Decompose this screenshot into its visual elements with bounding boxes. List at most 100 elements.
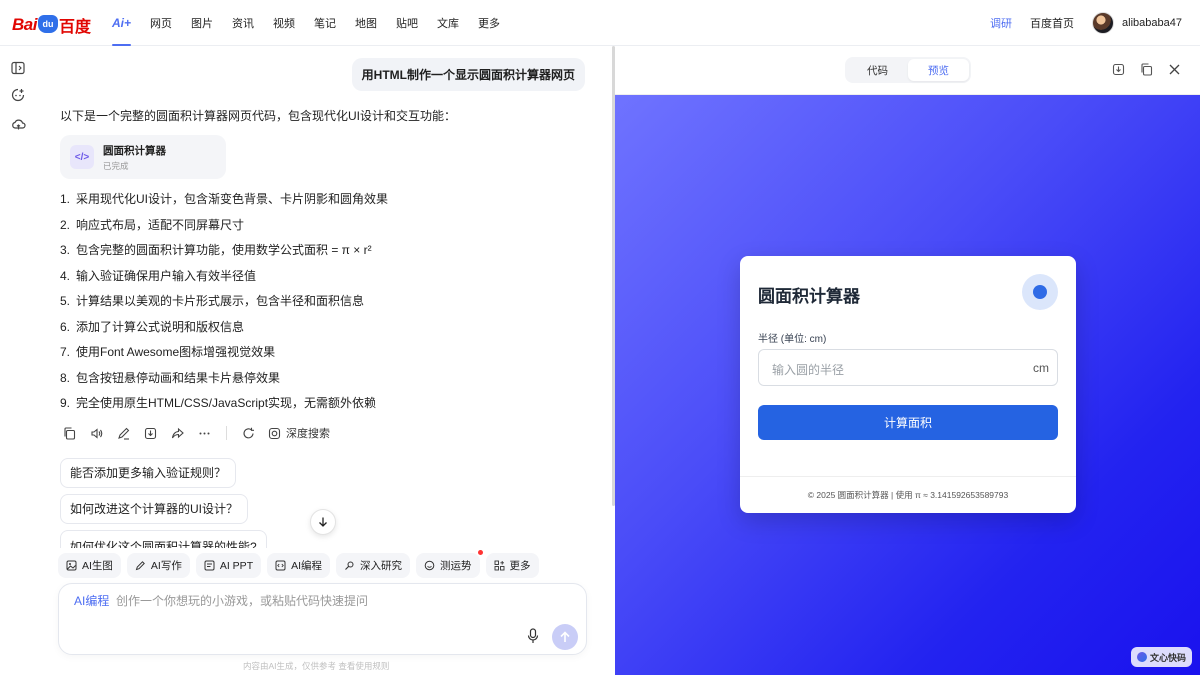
calculator-card: 圆面积计算器 半径 (单位: cm) 输入圆的半径 cm 计算面积 © 2025… — [740, 256, 1076, 513]
input-placeholder: 创作一个你想玩的小游戏，或粘贴代码快速提问 — [116, 594, 369, 608]
nav-tieba[interactable]: 贴吧 — [396, 0, 418, 46]
code-preview-toggle: 代码 预览 — [845, 57, 971, 83]
share-icon[interactable] — [170, 426, 184, 440]
scroll-down-button[interactable] — [310, 509, 336, 535]
input-mode-tag[interactable]: AI编程 — [74, 592, 109, 609]
calculator-footer: © 2025 圆面积计算器 | 使用 π ≈ 3.141592653589793 — [740, 476, 1076, 513]
actions-divider — [226, 426, 227, 440]
arrow-up-icon — [560, 631, 570, 642]
tool-ai-ppt[interactable]: AI PPT — [195, 553, 262, 578]
code-icon — [275, 560, 286, 571]
tool-more[interactable]: 更多 — [485, 553, 539, 578]
regenerate-icon[interactable] — [241, 426, 255, 440]
nav-news[interactable]: 资讯 — [232, 0, 254, 46]
ai-tools-bar: AI生图 AI写作 AI PPT AI编程 深入研究 测运势 更多 — [58, 550, 539, 578]
nav-web[interactable]: 网页 — [150, 0, 172, 46]
username: alibababa47 — [1122, 17, 1182, 29]
nav-wenku[interactable]: 文库 — [437, 0, 459, 46]
list-item: 6. 添加了计算公式说明和版权信息 — [60, 319, 245, 334]
radius-unit: cm — [1033, 361, 1049, 375]
calculate-area-button[interactable]: 计算面积 — [758, 405, 1058, 440]
close-icon[interactable] — [1168, 63, 1182, 77]
arrow-down-icon — [319, 517, 327, 527]
code-card-status: 已完成 — [103, 160, 129, 171]
avatar — [1092, 12, 1115, 34]
suggestion-chip[interactable]: 能否添加更多输入验证规则？ — [60, 458, 237, 488]
sidebar-toggle-icon[interactable] — [11, 61, 27, 77]
brand-badge-label: 文心快码 — [1149, 652, 1186, 663]
list-item: 4. 输入验证确保用户输入有效半径值 — [60, 268, 257, 283]
logo-text-cn: 百度 — [58, 19, 91, 36]
radius-label: 半径 (单位: cm) — [758, 334, 827, 345]
copy-icon[interactable] — [1140, 63, 1154, 77]
user-message: 用HTML制作一个显示圆面积计算器网页 — [351, 58, 585, 91]
preview-canvas: 圆面积计算器 半径 (单位: cm) 输入圆的半径 cm 计算面积 © 2025… — [615, 95, 1200, 675]
grid-icon — [494, 560, 504, 571]
edit-icon[interactable] — [116, 426, 130, 440]
suggestion-chip[interactable]: 如何改进这个计算器的UI设计？ — [60, 494, 249, 524]
baidu-logo[interactable]: Bai du 百度 — [12, 14, 91, 36]
list-item: 7. 使用Font Awesome图标增强视觉效果 — [60, 345, 276, 359]
message-actions: 深度搜索 — [62, 425, 330, 441]
list-item: 1. 采用现代化UI设计，包含渐变色背景、卡片阴影和圆角效果 — [60, 192, 389, 206]
top-right: 调研 百度首页 alibababa47 — [990, 0, 1182, 46]
code-card-title: 圆面积计算器 — [103, 144, 166, 157]
survey-link[interactable]: 调研 — [990, 15, 1012, 31]
list-item: 2. 响应式布局，适配不同屏幕尺寸 — [60, 217, 245, 232]
copy-icon[interactable] — [62, 426, 76, 440]
send-button[interactable] — [552, 624, 578, 650]
tab-code[interactable]: 代码 — [847, 59, 908, 81]
new-chat-icon[interactable] — [11, 88, 27, 104]
tool-fortune[interactable]: 测运势 — [416, 550, 483, 578]
list-item: 9. 完全使用原生HTML/CSS/JavaScript实现，无需额外依赖 — [60, 396, 377, 410]
image-icon — [66, 560, 77, 571]
more-icon[interactable] — [197, 426, 211, 440]
wenxin-kuaima-badge[interactable]: 文心快码 — [1130, 647, 1192, 667]
baidu-home-link[interactable]: 百度首页 — [1030, 15, 1074, 31]
feature-list: 1. 采用现代化UI设计，包含渐变色背景、卡片阴影和圆角效果 2. 响应式布局，适配… — [60, 191, 600, 421]
tool-ai-image[interactable]: AI生图 — [58, 553, 121, 578]
assistant-intro: 以下是一个完整的圆面积计算器网页代码，包含现代化UI设计和交互功能： — [60, 109, 457, 123]
nav-images[interactable]: 图片 — [191, 0, 213, 46]
logo-text-bai: Bai — [12, 15, 37, 34]
chat-area: 用HTML制作一个显示圆面积计算器网页 以下是一个完整的圆面积计算器网页代码，包… — [40, 46, 615, 675]
notification-dot — [477, 550, 483, 555]
deep-search-icon — [268, 427, 281, 439]
calculator-title: 圆面积计算器 — [758, 287, 860, 306]
tab-preview[interactable]: 预览 — [908, 59, 969, 81]
radius-input[interactable]: 输入圆的半径 cm — [758, 349, 1058, 386]
code-icon: </> — [70, 145, 94, 169]
chat-input[interactable]: AI编程 创作一个你想玩的小游戏，或粘贴代码快速提问 — [58, 583, 587, 655]
download-icon[interactable] — [143, 426, 157, 440]
deep-search-label: 深度搜索 — [286, 428, 330, 440]
microphone-icon[interactable] — [526, 628, 540, 644]
tool-deep-research[interactable]: 深入研究 — [336, 553, 411, 578]
radius-placeholder: 输入圆的半径 — [772, 363, 845, 377]
list-item: 3. 包含完整的圆面积计算功能，使用数学公式面积 = π × r² — [60, 243, 372, 257]
nav-ai[interactable]: Ai+ — [112, 0, 132, 46]
download-icon[interactable] — [1112, 63, 1126, 77]
nav-video[interactable]: 视频 — [273, 0, 295, 46]
ai-disclaimer: 内容由AI生成，仅供参考 查看使用规则 — [243, 661, 390, 671]
research-icon — [345, 561, 354, 570]
tool-ai-writing[interactable]: AI写作 — [126, 553, 190, 578]
top-nav: Ai+ 网页 图片 资讯 视频 笔记 地图 贴吧 文库 更多 — [112, 0, 519, 46]
top-bar: Bai du 百度 Ai+ 网页 图片 资讯 视频 笔记 地图 贴吧 文库 更多… — [0, 0, 1200, 46]
nav-notes[interactable]: 笔记 — [314, 0, 336, 46]
cloud-icon[interactable] — [11, 117, 27, 133]
deep-search-button[interactable]: 深度搜索 — [268, 425, 330, 441]
list-item: 8. 包含按钮悬停动画和结果卡片悬停效果 — [60, 370, 281, 385]
pen-icon — [135, 561, 145, 571]
tool-ai-coding[interactable]: AI编程 — [267, 553, 331, 578]
suggestion-chip[interactable]: 如何优化这个圆面积计算器的性能? — [60, 530, 267, 548]
speaker-icon[interactable] — [89, 426, 103, 440]
logo-paw-icon: du — [37, 15, 58, 33]
user-menu[interactable]: alibababa47 — [1092, 12, 1182, 34]
code-artifact-card[interactable]: </> 圆面积计算器 已完成 — [60, 135, 226, 179]
nav-map[interactable]: 地图 — [355, 0, 377, 46]
preview-panel: 代码 预览 圆面积计算器 半径 (单位: cm) 输入圆的半径 cm 计算面积 … — [615, 46, 1200, 675]
wenxin-logo-icon — [1136, 652, 1147, 662]
nav-more[interactable]: 更多 — [478, 0, 500, 46]
ppt-icon — [204, 560, 215, 571]
list-item: 5. 计算结果以美观的卡片形式展示，包含半径和面积信息 — [60, 294, 365, 308]
